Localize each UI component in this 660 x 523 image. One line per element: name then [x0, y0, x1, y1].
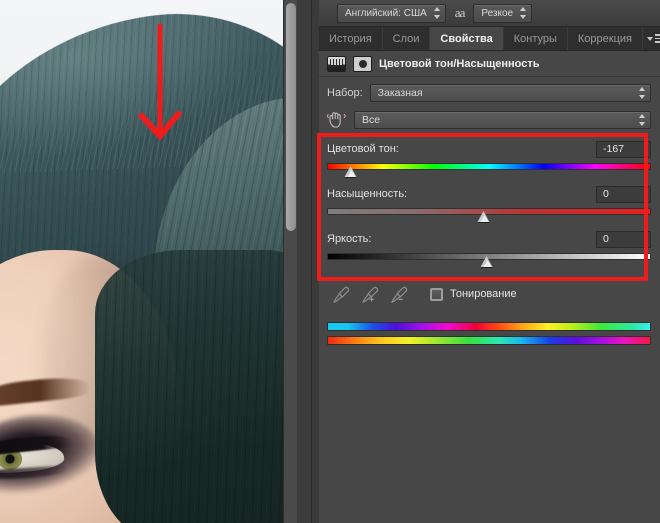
properties-panel-header: Цветовой тон/Насыщенность [319, 51, 660, 77]
preset-row: Набор: Заказная [319, 82, 660, 104]
hue-value: -167 [603, 143, 625, 155]
tab-layers[interactable]: Слои [382, 27, 431, 50]
eyedropper-icon[interactable] [333, 286, 350, 303]
channel-select-value: Все [362, 114, 381, 126]
antialias-select-value: Резкое [481, 7, 514, 19]
lightness-value: 0 [603, 233, 609, 245]
lightness-value-input[interactable]: 0 [596, 230, 651, 248]
tab-paths[interactable]: Контуры [503, 27, 568, 50]
colorize-checkbox[interactable] [430, 287, 443, 301]
canvas-vertical-scrollbar[interactable] [283, 0, 297, 523]
tab-properties-label: Свойства [440, 32, 493, 45]
colorize-option[interactable]: Тонирование [430, 287, 517, 301]
hamburger-icon [654, 34, 660, 43]
language-select-value: Английский: США [345, 7, 427, 19]
channel-row: Все [319, 109, 660, 131]
hue-value-input[interactable]: -167 [596, 140, 651, 158]
tab-layers-label: Слои [392, 32, 420, 45]
preset-select-value: Заказная [377, 87, 423, 99]
eyedropper-tools-row: Тонирование [319, 282, 660, 306]
hue-label: Цветовой тон: [327, 143, 399, 155]
page-title: Цветовой тон/Насыщенность [379, 57, 540, 70]
photoshop-window: Английский: США aa Резкое История Слои С… [0, 0, 660, 523]
preset-label: Набор: [327, 87, 363, 99]
hue-slider-group: Цветовой тон: -167 [319, 140, 660, 177]
hue-spectrum-bars [319, 322, 660, 345]
lightness-label: Яркость: [327, 233, 372, 245]
chevron-updown-icon[interactable] [520, 7, 527, 19]
saturation-slider-header: Насыщенность: 0 [327, 185, 651, 203]
eyedropper-minus-icon[interactable] [391, 286, 408, 303]
lightness-slider-thumb[interactable] [481, 256, 494, 267]
layer-mask-icon[interactable] [353, 55, 372, 72]
lightness-slider-header: Яркость: 0 [327, 230, 651, 248]
chevron-updown-icon[interactable] [433, 7, 441, 19]
result-hue-spectrum [327, 336, 651, 345]
colorize-label: Тонирование [450, 288, 517, 300]
saturation-value: 0 [603, 188, 609, 200]
chevron-updown-icon[interactable] [639, 114, 646, 126]
red-down-arrow [138, 24, 183, 141]
photo-hair-over-face-texture [95, 250, 297, 523]
image-canvas[interactable] [0, 0, 297, 523]
saturation-slider-thumb[interactable] [478, 211, 491, 222]
preset-select[interactable]: Заказная [369, 84, 651, 102]
eyedropper-plus-icon[interactable] [362, 286, 379, 303]
tool-options-bar: Английский: США aa Резкое [319, 0, 660, 27]
source-hue-spectrum [327, 322, 651, 331]
tab-history-label: История [329, 32, 372, 45]
saturation-label: Насыщенность: [327, 188, 408, 200]
tab-properties[interactable]: Свойства [430, 27, 504, 50]
hue-slider-track[interactable] [327, 163, 651, 170]
chevron-down-icon [646, 37, 653, 41]
lightness-slider-group: Яркость: 0 [319, 230, 660, 267]
panel-menu-icon[interactable] [642, 27, 660, 50]
hue-saturation-adjustment-icon [327, 55, 346, 72]
lightness-slider-track-wrap[interactable] [327, 252, 651, 267]
properties-panel: Цветовой тон/Насыщенность Набор: Заказна… [319, 51, 660, 523]
language-select[interactable]: Английский: США [337, 3, 446, 23]
channel-select[interactable]: Все [354, 111, 651, 129]
hue-slider-header: Цветовой тон: -167 [327, 140, 651, 158]
antialias-select[interactable]: Резкое [473, 3, 533, 23]
tab-adjustments[interactable]: Коррекция [567, 27, 643, 50]
tab-adjustments-label: Коррекция [577, 32, 632, 45]
saturation-value-input[interactable]: 0 [596, 185, 651, 203]
saturation-slider-group: Насыщенность: 0 [319, 185, 660, 222]
tab-paths-label: Контуры [513, 32, 557, 45]
on-image-adjust-hand-icon[interactable] [327, 111, 347, 129]
panel-tab-strip: История Слои Свойства Контуры Коррекция [319, 27, 660, 51]
panel-dock: Английский: США aa Резкое История Слои С… [311, 0, 660, 523]
saturation-slider-track-wrap[interactable] [327, 207, 651, 222]
chevron-updown-icon[interactable] [639, 87, 646, 99]
anti-alias-icon: aa [454, 5, 466, 20]
hue-slider-track-wrap[interactable] [327, 162, 651, 177]
hue-slider-thumb[interactable] [345, 166, 358, 177]
scrollbar-thumb[interactable] [286, 3, 296, 231]
tab-history[interactable]: История [319, 27, 383, 50]
